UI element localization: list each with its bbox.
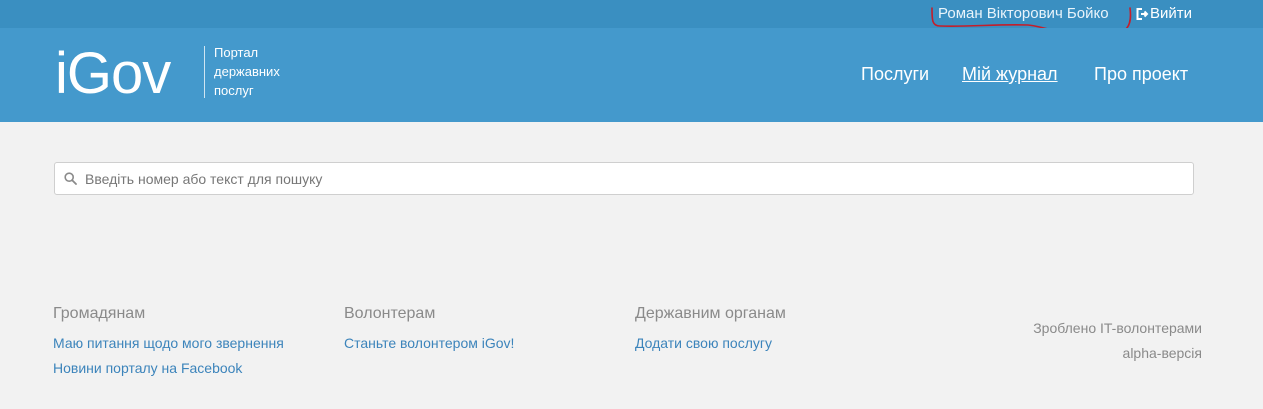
igov-logo[interactable]: iGov: [55, 42, 171, 106]
footer-citizens-heading: Громадянам: [53, 305, 146, 322]
footer-gov-heading: Державним органам: [635, 305, 786, 322]
footer-link-add-service[interactable]: Додати свою послугу: [635, 331, 786, 356]
portal-tagline: Портал державних послуг: [214, 43, 314, 100]
footer-credits: Зроблено IT-волонтерами alpha-версія: [1033, 316, 1202, 366]
logout-label: Вийти: [1150, 5, 1193, 22]
tagline-line: державних: [214, 64, 280, 79]
footer-link-facebook-news[interactable]: Новини порталу на Facebook: [53, 356, 284, 381]
search-input[interactable]: [85, 163, 1185, 194]
nav-services[interactable]: Послуги: [861, 64, 929, 85]
footer-volunteers-heading: Волонтерам: [344, 305, 436, 322]
footer-gov-column: Державним органам Додати свою послугу: [635, 305, 786, 356]
logout-icon: [1136, 7, 1149, 20]
credits-line: Зроблено IT-волонтерами: [1033, 320, 1202, 336]
user-name-link[interactable]: Роман Вікторович Бойко: [938, 5, 1109, 22]
search-icon: [64, 172, 77, 185]
top-bar: Роман Вікторович Бойко Вийти: [0, 0, 1263, 31]
footer-link-become-volunteer[interactable]: Станьте волонтером iGov!: [344, 331, 514, 356]
footer-volunteers-column: Волонтерам Станьте волонтером iGov!: [344, 305, 514, 356]
tagline-line: послуг: [214, 83, 254, 98]
nav-about-project[interactable]: Про проект: [1094, 64, 1188, 85]
tagline-line: Портал: [214, 45, 259, 60]
search-box[interactable]: [54, 162, 1194, 195]
nav-my-journal[interactable]: Мій журнал: [962, 64, 1058, 85]
footer-citizens-column: Громадянам Маю питання щодо мого звернен…: [53, 305, 284, 381]
version-label: alpha-версія: [1122, 345, 1202, 361]
logout-button[interactable]: Вийти: [1135, 5, 1192, 22]
footer-link-my-request[interactable]: Маю питання щодо мого звернення: [53, 331, 284, 356]
header: iGov Портал державних послуг Послуги Мій…: [0, 28, 1263, 122]
logo-divider: [204, 46, 205, 98]
